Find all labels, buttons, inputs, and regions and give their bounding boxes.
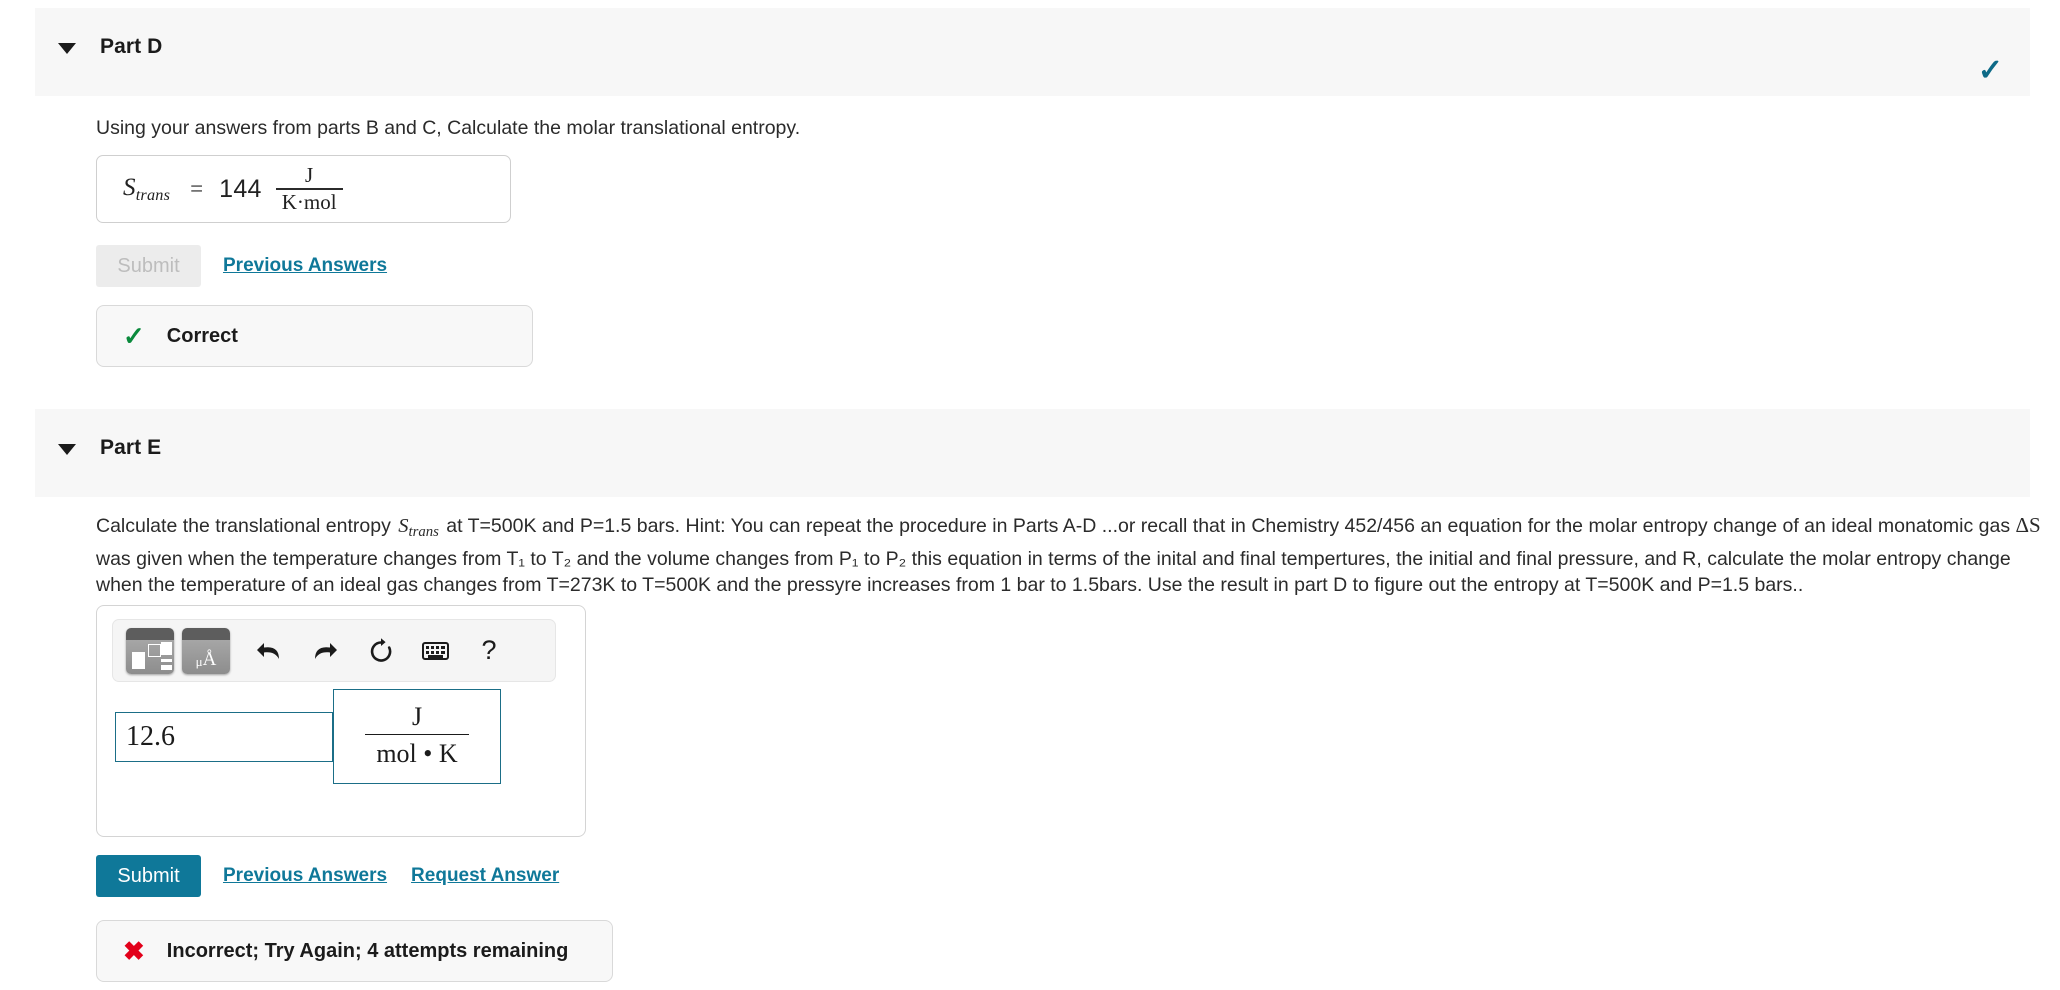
- exercise-page: Part D ✓ Using your answers from parts B…: [0, 0, 2060, 990]
- part-d-feedback-correct: ✓ Correct: [96, 305, 533, 367]
- part-d-prompt: Using your answers from parts B and C, C…: [96, 117, 801, 139]
- undo-arrow-icon[interactable]: [248, 630, 290, 672]
- part-e-prompt: Calculate the translational entropy Stra…: [96, 512, 2060, 599]
- part-e-previous-answers-link[interactable]: Previous Answers: [223, 865, 387, 887]
- x-icon: ✖: [123, 936, 145, 966]
- reset-circular-arrow-icon[interactable]: [360, 630, 402, 672]
- part-e-request-answer-link[interactable]: Request Answer: [411, 865, 559, 887]
- part-e-title: Part E: [100, 436, 162, 459]
- units-palette-label: μÅ: [195, 648, 217, 670]
- check-icon: ✓: [123, 321, 145, 351]
- part-e-prompt-symbol: Strans: [398, 515, 439, 541]
- caret-down-icon[interactable]: [58, 444, 76, 455]
- part-d-previous-answers-link[interactable]: Previous Answers: [223, 255, 387, 277]
- part-e-actions: Submit Previous Answers Request Answer: [96, 855, 559, 897]
- part-e-prompt-text-b: at T=500K and P=1.5 bars. Hint: You can …: [446, 515, 2011, 537]
- units-palette-icon[interactable]: μÅ: [182, 627, 230, 674]
- part-d-unit-denominator: K·mol: [281, 189, 337, 214]
- part-d-answer-display: Strans = 144 J K·mol: [96, 155, 511, 223]
- keyboard-icon[interactable]: [414, 630, 456, 672]
- part-e-submit-button[interactable]: Submit: [96, 855, 201, 897]
- unit-denominator: mol • K: [376, 739, 458, 769]
- part-e-feedback-incorrect: ✖ Incorrect; Try Again; 4 attempts remai…: [96, 920, 613, 982]
- part-d-answer-value: 144: [219, 174, 262, 203]
- redo-arrow-icon[interactable]: [304, 630, 346, 672]
- part-e-prompt-text-a: Calculate the translational entropy: [96, 515, 391, 537]
- part-d-answer-units: J K·mol: [275, 163, 343, 214]
- part-d-answer-equals: =: [190, 176, 204, 201]
- math-toolbar: μÅ ?: [112, 619, 556, 682]
- math-template-palette-icon[interactable]: [126, 627, 174, 674]
- part-e-answer-widget: μÅ ? 12.6 J mol • K: [96, 605, 586, 837]
- part-e-feedback-text: Incorrect; Try Again; 4 attempts remaini…: [166, 939, 569, 962]
- part-d-unit-numerator: J: [305, 163, 314, 188]
- part-d-actions: Submit Previous Answers: [96, 245, 387, 287]
- part-d-header-band: Part D ✓: [35, 8, 2030, 96]
- part-d-feedback-text: Correct: [166, 324, 238, 347]
- part-d-status-check-icon: ✓: [1977, 54, 2003, 87]
- part-d-submit-button[interactable]: Submit: [96, 245, 201, 287]
- caret-down-icon[interactable]: [58, 43, 76, 54]
- part-e-header-band: Part E: [35, 409, 2030, 497]
- part-d-answer-symbol: Strans: [123, 173, 171, 204]
- help-question-icon[interactable]: ?: [468, 630, 510, 672]
- part-e-prompt-text-c: was given when the temperature changes f…: [96, 547, 1942, 570]
- answer-unit-fraction[interactable]: J mol • K: [333, 689, 501, 784]
- part-e-prompt-delta-s: ΔS: [2015, 513, 2041, 537]
- part-d-title: Part D: [100, 35, 163, 58]
- answer-input[interactable]: 12.6: [115, 712, 333, 762]
- unit-numerator: J: [411, 701, 423, 731]
